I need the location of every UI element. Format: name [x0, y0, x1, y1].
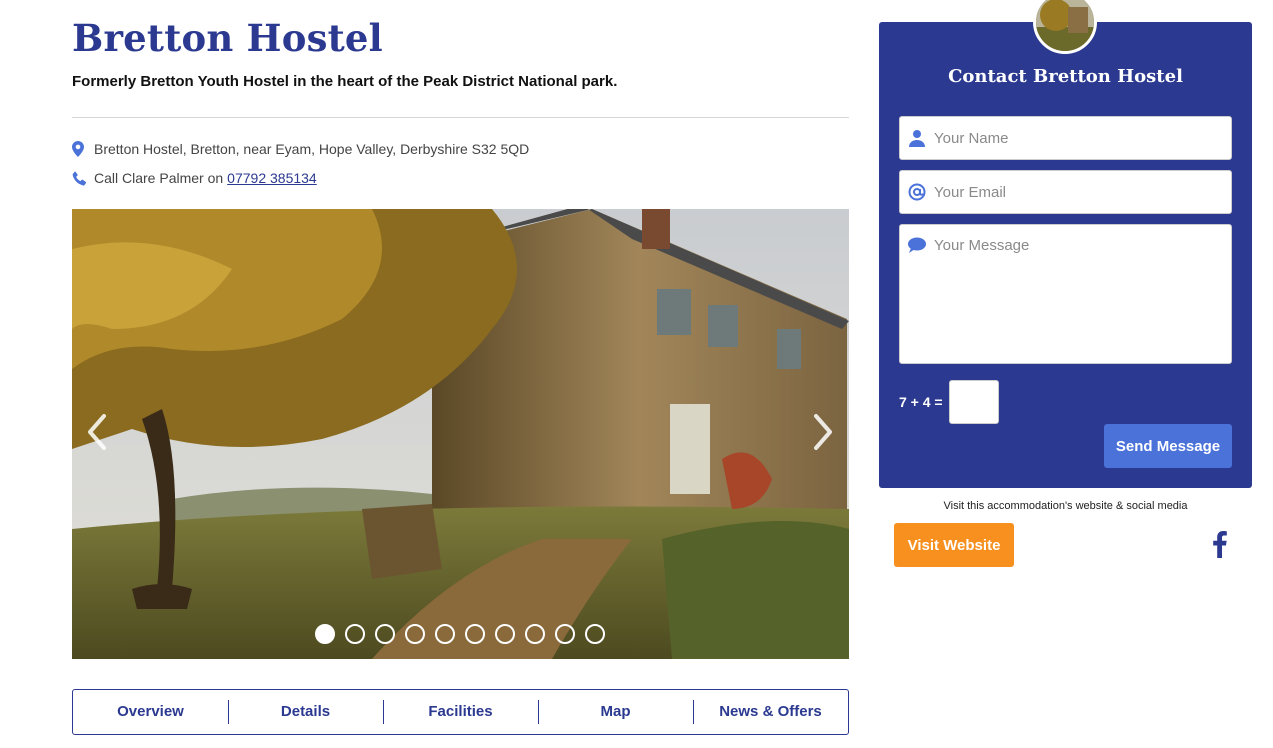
location-pin-icon — [72, 140, 92, 158]
tab-overview[interactable]: Overview — [73, 700, 228, 724]
tab-facilities[interactable]: Facilities — [383, 700, 538, 724]
phone-prefix: Call Clare Palmer on — [94, 170, 224, 186]
user-icon — [900, 117, 934, 147]
carousel-dot[interactable] — [465, 624, 485, 644]
carousel-dot[interactable] — [585, 624, 605, 644]
contact-title: Contact Bretton Hostel — [948, 66, 1183, 87]
hostel-photo — [72, 209, 849, 659]
phone-link[interactable]: 07792 385134 — [227, 170, 317, 186]
facebook-icon[interactable] — [1208, 530, 1230, 558]
message-field — [899, 224, 1232, 364]
address-row: Bretton Hostel, Bretton, near Eyam, Hope… — [72, 140, 529, 158]
carousel-dot[interactable] — [435, 624, 455, 644]
page-title: Bretton Hostel — [72, 16, 383, 60]
email-field — [899, 170, 1232, 214]
carousel-dot[interactable] — [495, 624, 515, 644]
name-input[interactable] — [934, 117, 1231, 159]
send-message-button[interactable]: Send Message — [1104, 424, 1232, 468]
divider — [72, 117, 849, 118]
captcha-input[interactable] — [949, 380, 999, 424]
page-tagline: Formerly Bretton Youth Hostel in the hea… — [72, 73, 618, 90]
message-input[interactable] — [934, 225, 1231, 355]
chevron-right-icon[interactable] — [808, 410, 838, 454]
email-input[interactable] — [934, 171, 1231, 213]
carousel-dot[interactable] — [375, 624, 395, 644]
carousel-dot[interactable] — [345, 624, 365, 644]
section-tabs: Overview Details Facilities Map News & O… — [72, 689, 849, 735]
carousel-dot[interactable] — [525, 624, 545, 644]
address-text: Bretton Hostel, Bretton, near Eyam, Hope… — [94, 141, 530, 157]
chevron-left-icon[interactable] — [82, 410, 112, 454]
phone-row: Call Clare Palmer on 07792 385134 — [72, 169, 317, 187]
tab-map[interactable]: Map — [538, 700, 693, 724]
carousel-indicators — [315, 624, 605, 644]
phone-icon — [72, 169, 92, 187]
captcha-question: 7 + 4 = — [899, 394, 943, 410]
carousel-dot[interactable] — [315, 624, 335, 644]
at-icon — [900, 171, 934, 201]
carousel-dot[interactable] — [555, 624, 575, 644]
photo-carousel — [72, 209, 849, 659]
visit-website-button[interactable]: Visit Website — [894, 523, 1014, 567]
name-field — [899, 116, 1232, 160]
tab-news-offers[interactable]: News & Offers — [693, 700, 848, 724]
carousel-dot[interactable] — [405, 624, 425, 644]
social-note: Visit this accommodation's website & soc… — [943, 500, 1188, 512]
tab-details[interactable]: Details — [228, 700, 383, 724]
speech-bubble-icon — [900, 225, 934, 253]
